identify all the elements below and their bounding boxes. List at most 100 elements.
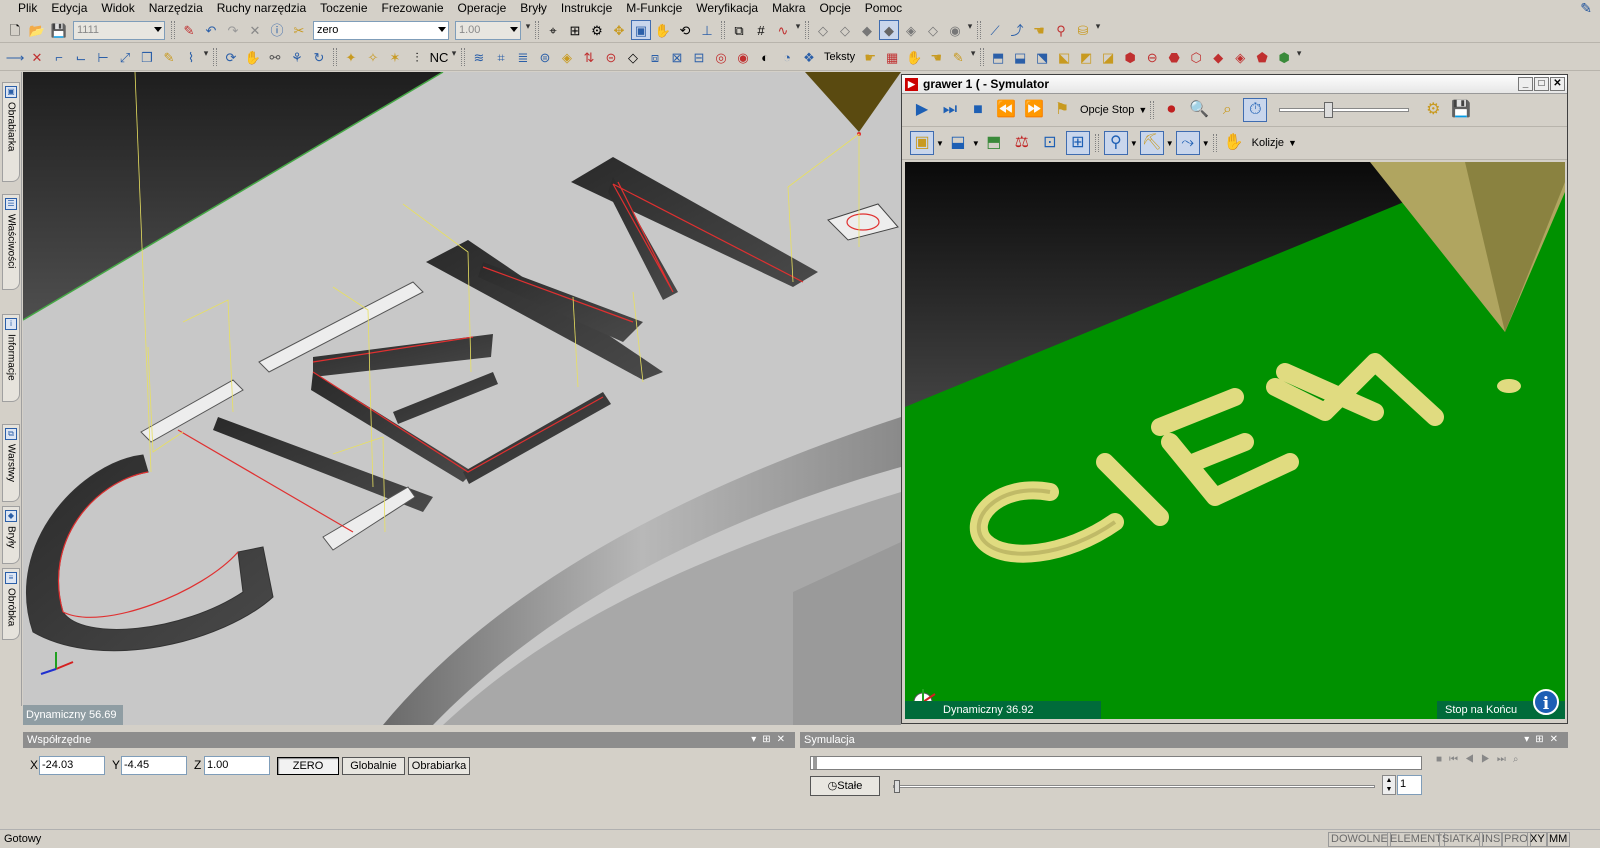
simulation-progress-bar[interactable] <box>810 756 1422 770</box>
measure-icon[interactable]: ✂ <box>289 20 309 40</box>
op-13-icon[interactable]: ◉ <box>733 47 753 67</box>
op-2-icon[interactable]: ⌗ <box>491 47 511 67</box>
menu-widok[interactable]: Widok <box>94 0 141 17</box>
shade-3-icon[interactable]: ◆ <box>857 20 877 40</box>
op-14-icon[interactable]: ◐ <box>755 47 775 67</box>
op-18-icon[interactable]: ▦ <box>882 47 902 67</box>
box-icon[interactable]: ❒ <box>137 47 157 67</box>
toolbar-end-grip[interactable]: ▾ <box>969 48 977 66</box>
texts-button[interactable]: Teksty <box>820 51 859 63</box>
step-slider[interactable] <box>893 780 1375 793</box>
op-8-icon[interactable]: ◇ <box>623 47 643 67</box>
y-input[interactable]: -4.45 <box>121 756 187 775</box>
pen-tool-icon[interactable]: ✎ <box>159 47 179 67</box>
op-11-icon[interactable]: ⊟ <box>689 47 709 67</box>
panel-controls-icon[interactable]: ▾⊞✕ <box>751 732 791 748</box>
view-cube-icon[interactable]: ▣ <box>631 20 651 40</box>
record-icon[interactable]: ⏺ <box>1159 98 1183 122</box>
edit-3-icon[interactable]: ⚯ <box>265 47 285 67</box>
speed-slider-thumb[interactable] <box>1324 102 1334 118</box>
op-7-icon[interactable]: ⊝ <box>601 47 621 67</box>
move-icon[interactable]: ✥ <box>609 20 629 40</box>
cad-viewport[interactable]: Dynamiczny 56.69 <box>23 72 901 725</box>
op-19-icon[interactable]: ✋ <box>904 47 924 67</box>
simulator-viewport[interactable]: Dynamiczny 36.92 Stop na Końcu i <box>905 162 1565 719</box>
stop-options-icon[interactable]: ⚑ <box>1050 98 1074 122</box>
corner-2-icon[interactable]: ⌙ <box>71 47 91 67</box>
collisions-arrow[interactable]: ▼ <box>1288 138 1297 148</box>
value-combo[interactable]: 1.00 <box>455 20 521 40</box>
mill-2-icon[interactable]: ✧ <box>363 47 383 67</box>
scale-icon[interactable]: ⤢ <box>115 47 135 67</box>
collisions-icon[interactable]: ✋ <box>1222 131 1246 155</box>
op-15-icon[interactable]: ◔ <box>777 47 797 67</box>
toolbar-end-grip[interactable]: ▾ <box>1295 48 1303 66</box>
dropdown-arrow[interactable]: ▼ <box>936 139 944 148</box>
op-20-icon[interactable]: ☚ <box>926 47 946 67</box>
global-button[interactable]: Globalnie <box>342 757 405 775</box>
solid-4-icon[interactable]: ⬕ <box>1054 47 1074 67</box>
stop-options-button[interactable]: Opcje Stop <box>1076 104 1138 116</box>
tool-5-icon[interactable]: ⛁ <box>1073 20 1093 40</box>
tool-holder-icon[interactable]: ⛏ <box>1139 131 1164 155</box>
fixture-icon[interactable]: ⬒ <box>982 131 1006 155</box>
zoom-fit-icon[interactable]: ⌕ <box>1215 98 1239 122</box>
z-input[interactable]: 1.00 <box>204 756 270 775</box>
edit-5-icon[interactable]: ↻ <box>309 47 329 67</box>
menu-opcje[interactable]: Opcje <box>812 0 857 17</box>
line-icon[interactable]: ⟶ <box>5 47 25 67</box>
tool-3-icon[interactable]: ☚ <box>1029 20 1049 40</box>
info-small-icon[interactable]: ⓘ <box>267 20 287 40</box>
machine-button[interactable]: Obrabiarka <box>408 757 470 775</box>
cut-line-icon[interactable]: ✕ <box>27 47 47 67</box>
view-options-icon[interactable]: ⊞ <box>1065 131 1090 155</box>
edit-1-icon[interactable]: ⟳ <box>221 47 241 67</box>
panel-controls-icon[interactable]: ▾⊞✕ <box>1524 732 1564 748</box>
side-tab-obrobka[interactable]: ≡ Obróbka <box>2 568 20 640</box>
side-tab-warstwy[interactable]: ⧉ Warstwy <box>2 424 20 502</box>
mode-button[interactable]: ◷Stałe <box>810 776 880 796</box>
op-5-icon[interactable]: ◈ <box>557 47 577 67</box>
mill-4-icon[interactable]: ⫶ <box>407 47 427 67</box>
solid-14-icon[interactable]: ⬢ <box>1274 47 1294 67</box>
menu-narzedzia[interactable]: Narzędzia <box>142 0 210 17</box>
workplane-combo[interactable]: zero <box>313 20 449 40</box>
paint-icon[interactable]: ✎ <box>179 20 199 40</box>
part-icon[interactable]: ⬓ <box>946 131 970 155</box>
solid-2-icon[interactable]: ⬓ <box>1010 47 1030 67</box>
fast-forward-icon[interactable]: ⏩ <box>1022 98 1046 122</box>
op-12-icon[interactable]: ◎ <box>711 47 731 67</box>
sim-nav-icons[interactable]: ■⏮◀▶⏭⌕ <box>1436 754 1525 765</box>
status-ins[interactable]: INS <box>1479 832 1504 847</box>
solid-9-icon[interactable]: ⬣ <box>1164 47 1184 67</box>
dropdown-arrow[interactable]: ▼ <box>1202 139 1210 148</box>
nc-icon[interactable]: NC <box>429 47 449 67</box>
menu-operacje[interactable]: Operacje <box>451 0 514 17</box>
menu-bryly[interactable]: Bryły <box>513 0 554 17</box>
menu-edycja[interactable]: Edycja <box>44 0 94 17</box>
step-spinner[interactable]: ▲ ▼ <box>1382 775 1396 795</box>
hand-icon[interactable]: ✋ <box>653 20 673 40</box>
rotate-view-icon[interactable]: ⟲ <box>675 20 695 40</box>
settings-icon[interactable]: ⚙ <box>1421 98 1445 122</box>
menu-toczenie[interactable]: Toczenie <box>313 0 374 17</box>
simulator-titlebar[interactable]: ▶ grawer 1 ( - Symulator _ □ ✕ <box>902 75 1567 94</box>
snap-grid-icon[interactable]: ⊞ <box>565 20 585 40</box>
dropdown-arrow[interactable]: ▼ <box>1130 139 1138 148</box>
toolpath-view-icon[interactable]: ⤳ <box>1175 131 1200 155</box>
x-input[interactable]: -24.03 <box>39 756 105 775</box>
tool-4-icon[interactable]: ⚲ <box>1051 20 1071 40</box>
toolbar-end-grip[interactable]: ▾ <box>202 48 210 66</box>
open-folder-icon[interactable]: 📂 <box>27 20 47 40</box>
side-tab-informacje[interactable]: i Informacje <box>2 314 20 402</box>
layer-combo[interactable]: 1111 <box>73 20 165 40</box>
save-sim-icon[interactable]: 💾 <box>1449 98 1473 122</box>
collisions-button[interactable]: Kolizje <box>1248 137 1288 149</box>
status-element[interactable]: ELEMENT <box>1387 832 1445 847</box>
status-dowolne[interactable]: DOWOLNE <box>1328 832 1391 847</box>
shade-5-icon[interactable]: ◈ <box>901 20 921 40</box>
dropdown-arrow[interactable]: ▼ <box>1166 139 1174 148</box>
menu-instrukcje[interactable]: Instrukcje <box>554 0 619 17</box>
toolbar-end-grip[interactable]: ▾ <box>450 48 458 66</box>
side-tab-wlasciwosci[interactable]: ☰ Właściwości <box>2 194 20 290</box>
